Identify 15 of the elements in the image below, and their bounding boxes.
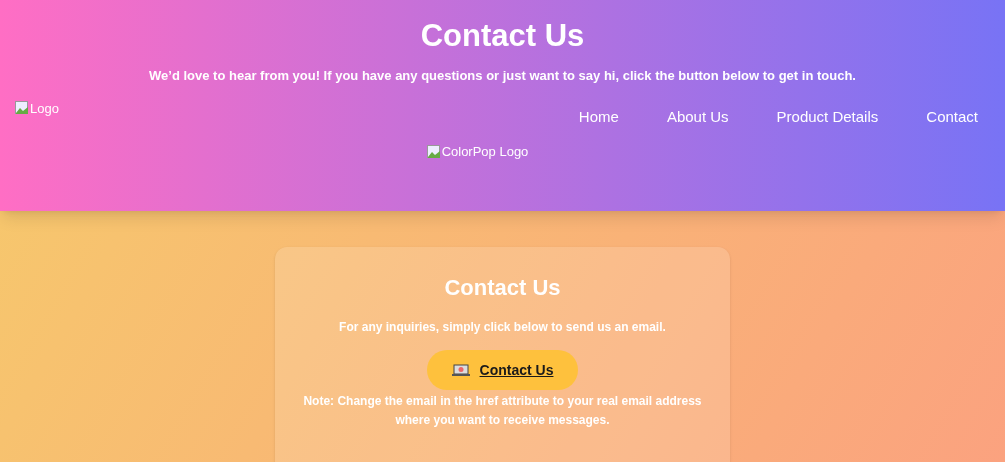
nav-link[interactable]: Product Details bbox=[776, 105, 879, 128]
card-text: For any inquiries, simply click below to send us an email. bbox=[339, 319, 666, 336]
broken-image-icon bbox=[15, 101, 29, 116]
nav-link[interactable]: Home bbox=[578, 105, 619, 128]
brand-logo-image: ColorPop Logo bbox=[426, 142, 529, 162]
nav-link[interactable]: About Us bbox=[666, 105, 729, 128]
nav-link[interactable]: Contact bbox=[926, 105, 978, 128]
logo-image: Logo bbox=[15, 98, 59, 118]
broken-image-icon bbox=[426, 144, 441, 159]
laptop-mail-icon bbox=[451, 364, 470, 376]
note-text: Note: Change the email in the href attribute to your real email address where you want to receive messages. bbox=[302, 393, 703, 429]
page-title: Contact Us bbox=[419, 17, 586, 55]
card-title: Contact Us bbox=[444, 274, 561, 302]
contact-button[interactable]: Contact Us bbox=[426, 350, 579, 390]
header-subtitle: We’d love to hear from you! If you have any questions or just want to say hi, click the button below to get in touch. bbox=[148, 67, 857, 85]
